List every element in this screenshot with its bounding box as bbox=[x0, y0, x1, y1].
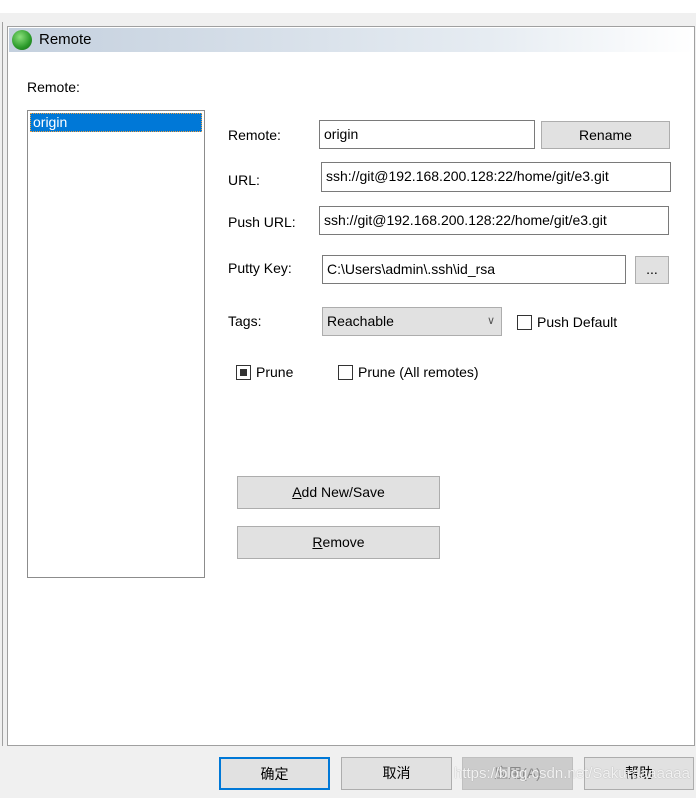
push-default-label: Push Default bbox=[537, 314, 618, 330]
push-default-checkbox[interactable] bbox=[517, 315, 532, 330]
prune-label: Prune bbox=[256, 364, 294, 380]
cancel-button[interactable]: 取消 bbox=[341, 757, 452, 790]
add-new-save-button[interactable]: Add New/Save bbox=[237, 476, 440, 509]
page-title: Remote bbox=[39, 31, 92, 48]
rename-button[interactable]: Rename bbox=[541, 121, 670, 149]
putty-key-label: Putty Key: bbox=[228, 260, 292, 276]
remote-list-label: Remote: bbox=[27, 79, 80, 95]
tags-select[interactable]: Reachable ∨ bbox=[322, 307, 502, 336]
ok-button[interactable]: 确定 bbox=[219, 757, 330, 790]
chevron-down-icon: ∨ bbox=[486, 315, 495, 327]
left-edge bbox=[0, 22, 3, 746]
add-save-mnemonic: A bbox=[292, 484, 302, 500]
remote-label: Remote: bbox=[228, 127, 281, 143]
prune-checkbox[interactable] bbox=[236, 365, 251, 380]
remote-list[interactable]: origin bbox=[27, 110, 205, 578]
add-save-label: dd New/Save bbox=[301, 484, 385, 500]
prune-all-checkbox[interactable] bbox=[338, 365, 353, 380]
tags-value: Reachable bbox=[327, 313, 394, 329]
push-url-label: Push URL: bbox=[228, 214, 296, 230]
remote-name-input[interactable]: origin bbox=[319, 120, 535, 149]
prune-all-label: Prune (All remotes) bbox=[358, 364, 479, 380]
title-bar bbox=[9, 28, 694, 52]
watermark: https://blog.csdn.net/Sakuraaaaaaa bbox=[453, 765, 690, 782]
url-label: URL: bbox=[228, 172, 260, 188]
remove-mnemonic: R bbox=[312, 534, 323, 550]
globe-icon bbox=[12, 30, 32, 50]
url-input[interactable]: ssh://git@192.168.200.128:22/home/git/e3… bbox=[321, 162, 671, 192]
push-url-input[interactable]: ssh://git@192.168.200.128:22/home/git/e3… bbox=[319, 206, 669, 235]
remove-button[interactable]: Remove bbox=[237, 526, 440, 559]
browse-button[interactable]: ... bbox=[635, 256, 669, 284]
remove-label: emove bbox=[322, 534, 365, 550]
top-strip bbox=[0, 0, 696, 13]
tags-label: Tags: bbox=[228, 313, 262, 329]
putty-key-input[interactable]: C:\Users\admin\.ssh\id_rsa bbox=[322, 255, 626, 284]
list-item[interactable]: origin bbox=[30, 113, 202, 132]
